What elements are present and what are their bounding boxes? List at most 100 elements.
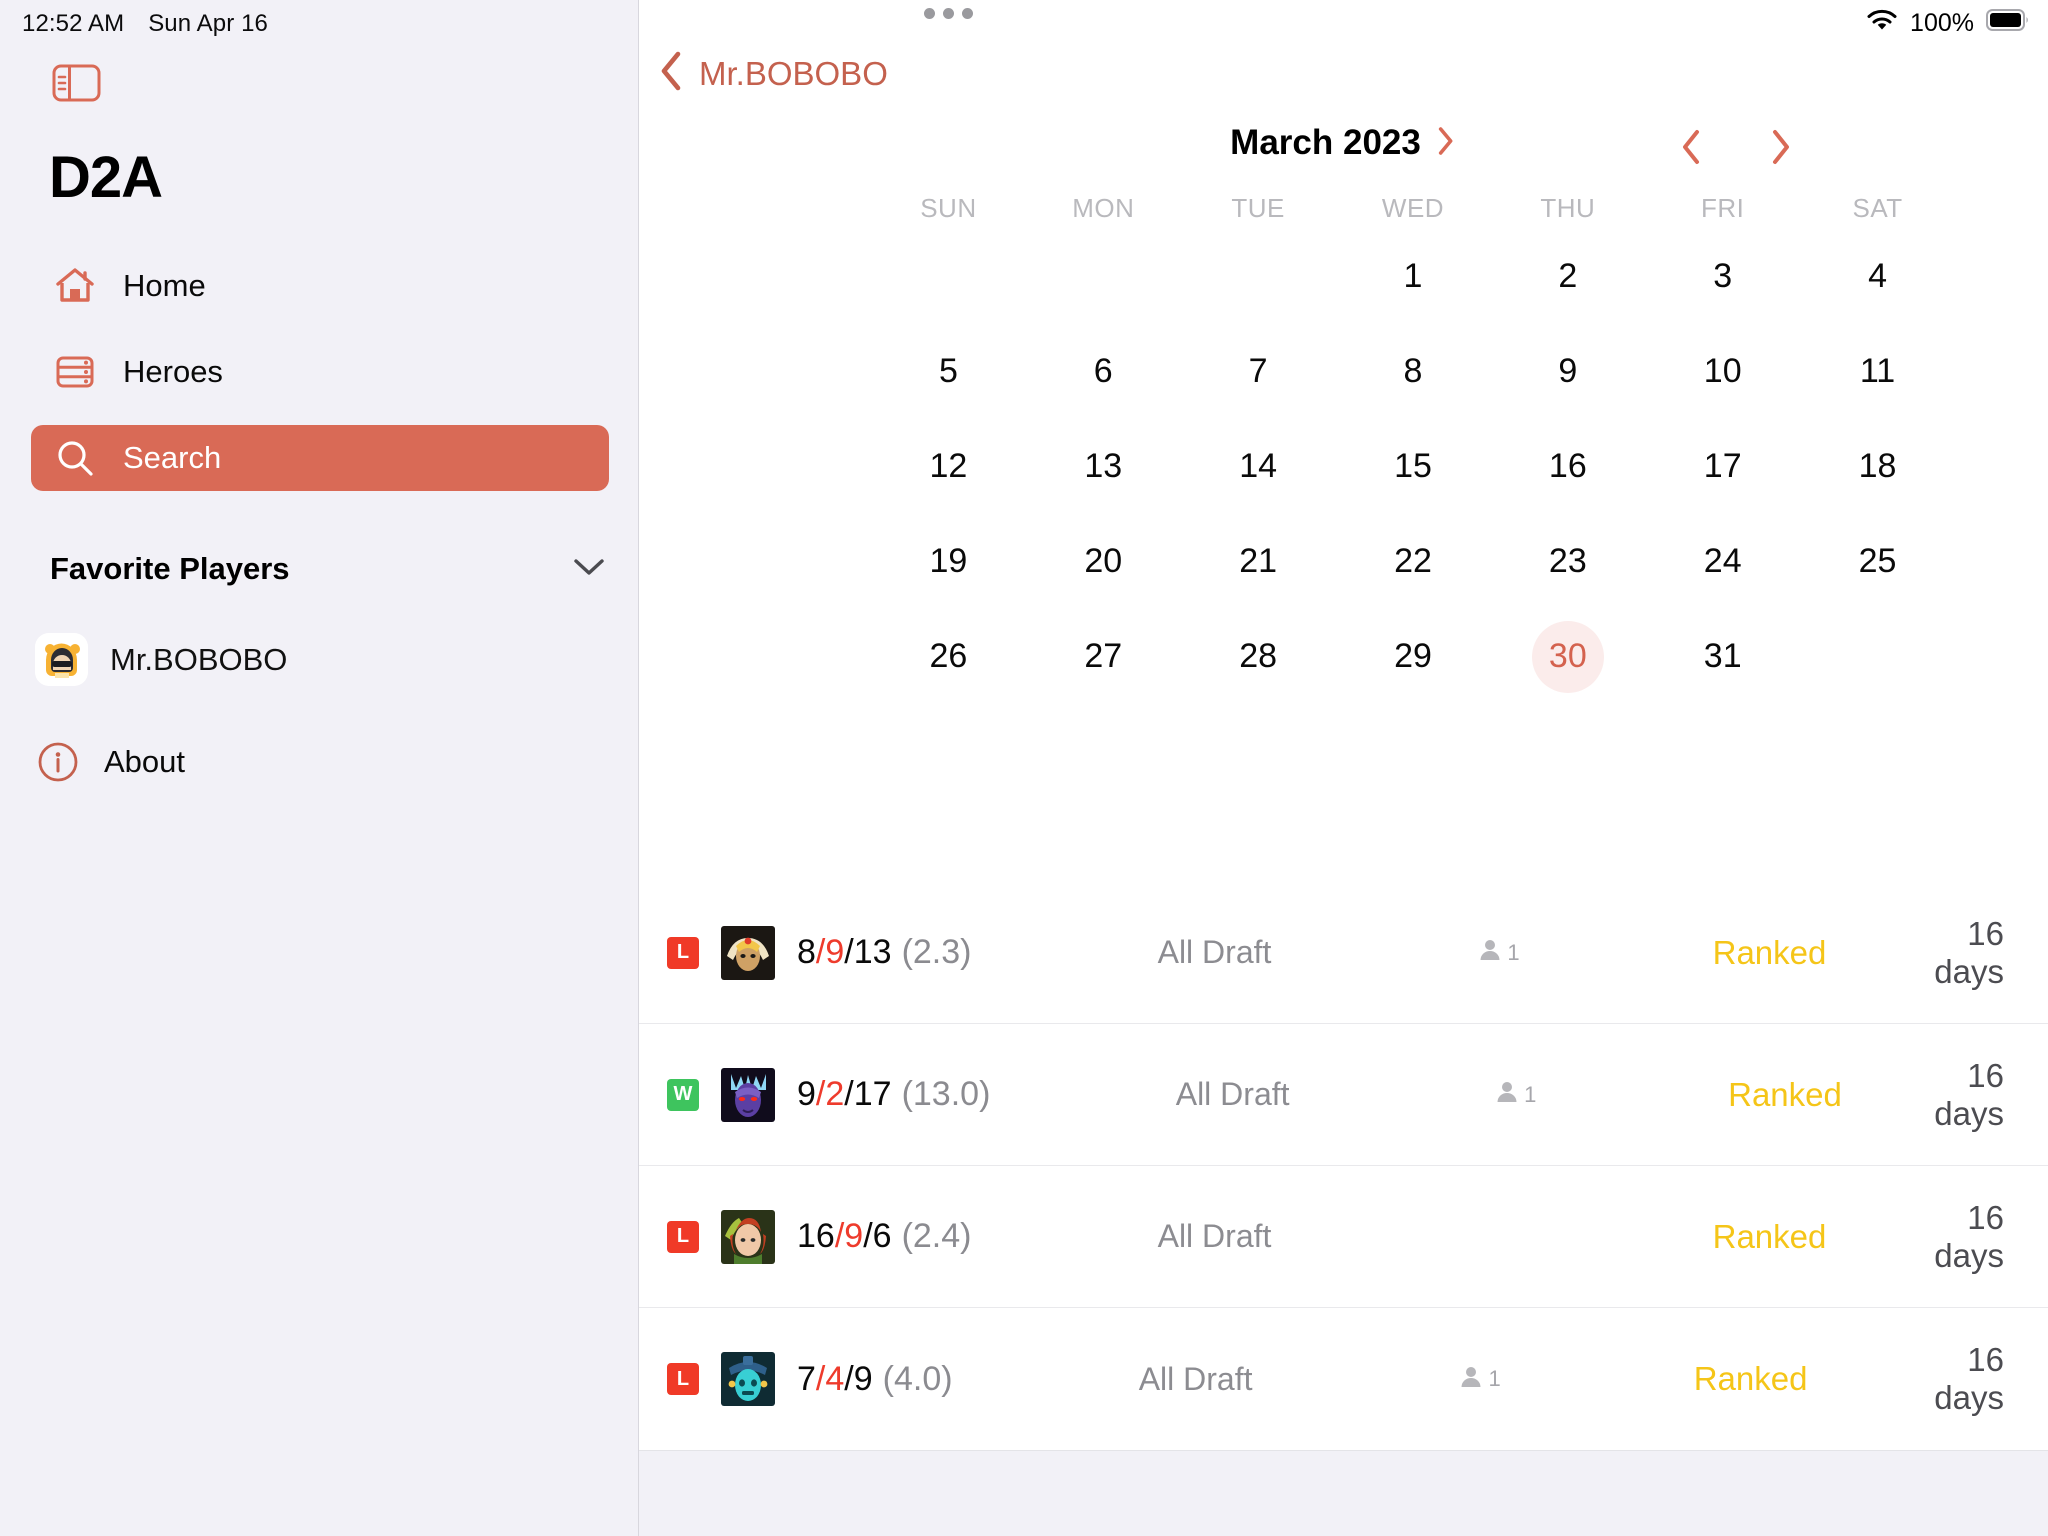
calendar-day-label: 6 [1093,352,1113,390]
calendar-day-label [1222,241,1294,313]
calendar-day[interactable]: 15 [1336,424,1491,509]
wifi-icon [1866,8,1898,39]
list-item[interactable]: Mr.BOBOBO [35,633,287,686]
calendar: March 2023 SUN MON TUE WED THU FRI SAT 1… [639,115,2048,699]
battery-full-icon [1986,8,2030,39]
kda-slash: / [863,1217,873,1255]
match-kda: 7/4/9 (4.0) [797,1360,953,1399]
calendar-day-label: 22 [1394,542,1432,580]
kda-slash: / [844,1359,854,1398]
favorite-players-header[interactable]: Favorite Players [50,551,606,587]
calendar-day[interactable]: 22 [1336,519,1491,604]
window-grabber-icon[interactable] [924,8,973,19]
calendar-day-label: 28 [1239,637,1278,675]
sidebar-item-label: About [104,744,186,779]
calendar-day[interactable]: 2 [1490,234,1645,319]
next-month-button[interactable] [1764,125,1798,169]
sidebar-item-about[interactable]: About [36,740,185,784]
calendar-day-label [912,241,984,313]
calendar-day[interactable]: 17 [1645,424,1800,509]
calendar-day-label: 5 [938,352,958,390]
calendar-day[interactable]: 27 [1026,614,1181,699]
avatar [35,633,88,686]
weekday-label: WED [1381,193,1445,223]
calendar-day[interactable]: 23 [1490,519,1645,604]
weekday-label: MON [1072,193,1135,223]
match-time-ago: 16 days [1934,1056,2004,1132]
calendar-day-label: 3 [1713,257,1733,295]
calendar-day[interactable]: 12 [871,424,1026,509]
calendar-day[interactable]: 31 [1645,614,1800,699]
chevron-down-icon[interactable] [572,556,606,583]
match-deaths: 4 [825,1359,845,1398]
calendar-day[interactable]: 10 [1645,329,1800,414]
calendar-day[interactable]: 29 [1336,614,1491,699]
match-time-ago: 16 days [1934,1198,2004,1274]
match-list: L 8/9/13 (2.3) All Draft 1 Ranked 16 days W 9/2/… [639,882,2048,1450]
calendar-day-label: 29 [1394,637,1432,675]
calendar-day[interactable]: 4 [1800,234,1955,319]
sidebar-item-search[interactable]: Search [31,425,609,491]
calendar-day[interactable]: 19 [871,519,1026,604]
calendar-day-label: 21 [1239,542,1278,580]
match-row[interactable]: W 9/2/17 (13.0) All Draft 1 Ranked 16 days [639,1024,2048,1166]
match-party-size: 1 [1397,1080,1636,1109]
match-kills: 8 [797,933,816,971]
grabber-dot [924,8,935,19]
calendar-day[interactable]: 9 [1490,329,1645,414]
calendar-nav [1674,125,1798,169]
calendar-day-empty [1800,614,1955,699]
calendar-day[interactable]: 16 [1490,424,1645,509]
calendar-day-empty [1181,234,1336,319]
prev-month-button[interactable] [1674,125,1708,169]
calendar-day[interactable]: 21 [1181,519,1336,604]
sidebar: 12:52 AM Sun Apr 16 D2A Home Heroes Sear… [0,0,639,1536]
sidebar-item-heroes[interactable]: Heroes [31,339,609,405]
calendar-day[interactable]: 24 [1645,519,1800,604]
favorite-player-name: Mr.BOBOBO [110,641,288,677]
match-row[interactable]: L 8/9/13 (2.3) All Draft 1 Ranked 16 days [639,882,2048,1024]
calendar-day-label: 8 [1403,352,1423,390]
match-row[interactable]: L 16/9/6 (2.4) All Draft Ranked 16 days [639,1166,2048,1308]
weekday-label: FRI [1701,193,1745,223]
calendar-day[interactable]: 14 [1181,424,1336,509]
calendar-day-label: 27 [1084,637,1123,675]
back-button[interactable]: Mr.BOBOBO [655,48,888,99]
calendar-day[interactable]: 11 [1800,329,1955,414]
calendar-day[interactable]: 6 [1026,329,1181,414]
calendar-day-empty [871,234,1026,319]
calendar-day[interactable]: 1 [1336,234,1491,319]
calendar-day[interactable]: 18 [1800,424,1955,509]
calendar-day[interactable]: 8 [1336,329,1491,414]
calendar-day[interactable]: 30 [1490,614,1645,699]
sidebar-item-label: Heroes [123,354,223,389]
sidebar-toggle-icon[interactable] [52,64,101,102]
sidebar-item-label: Search [123,440,222,475]
sidebar-item-home[interactable]: Home [31,253,609,319]
calendar-day[interactable]: 28 [1181,614,1336,699]
match-row[interactable]: L 7/4/9 (4.0) All Draft 1 Ranked 16 days [639,1308,2048,1450]
calendar-day[interactable]: 5 [871,329,1026,414]
calendar-day[interactable]: 3 [1645,234,1800,319]
calendar-week-row: 5 6 7 8 9 10 11 [871,329,1955,414]
calendar-day[interactable]: 20 [1026,519,1181,604]
match-kills: 16 [797,1217,835,1255]
system-status-right: 100% [1866,8,2030,39]
match-deaths: 9 [825,933,845,971]
calendar-day[interactable]: 26 [871,614,1026,699]
grabber-dot [962,8,973,19]
server-rack-icon [53,350,97,394]
kda-slash: / [844,933,854,971]
hero-portrait-windranger [721,1209,775,1264]
calendar-day-label: 10 [1703,352,1742,390]
calendar-day[interactable]: 7 [1181,329,1336,414]
calendar-day-label [1067,241,1139,313]
info-circle-icon [36,740,80,784]
calendar-day-label: 18 [1858,447,1897,485]
month-picker-button[interactable]: March 2023 [1230,123,1457,163]
calendar-day[interactable]: 25 [1800,519,1955,604]
match-kda-ratio: (4.0) [882,1359,953,1398]
calendar-day[interactable]: 13 [1026,424,1181,509]
match-assists: 9 [853,1359,873,1398]
